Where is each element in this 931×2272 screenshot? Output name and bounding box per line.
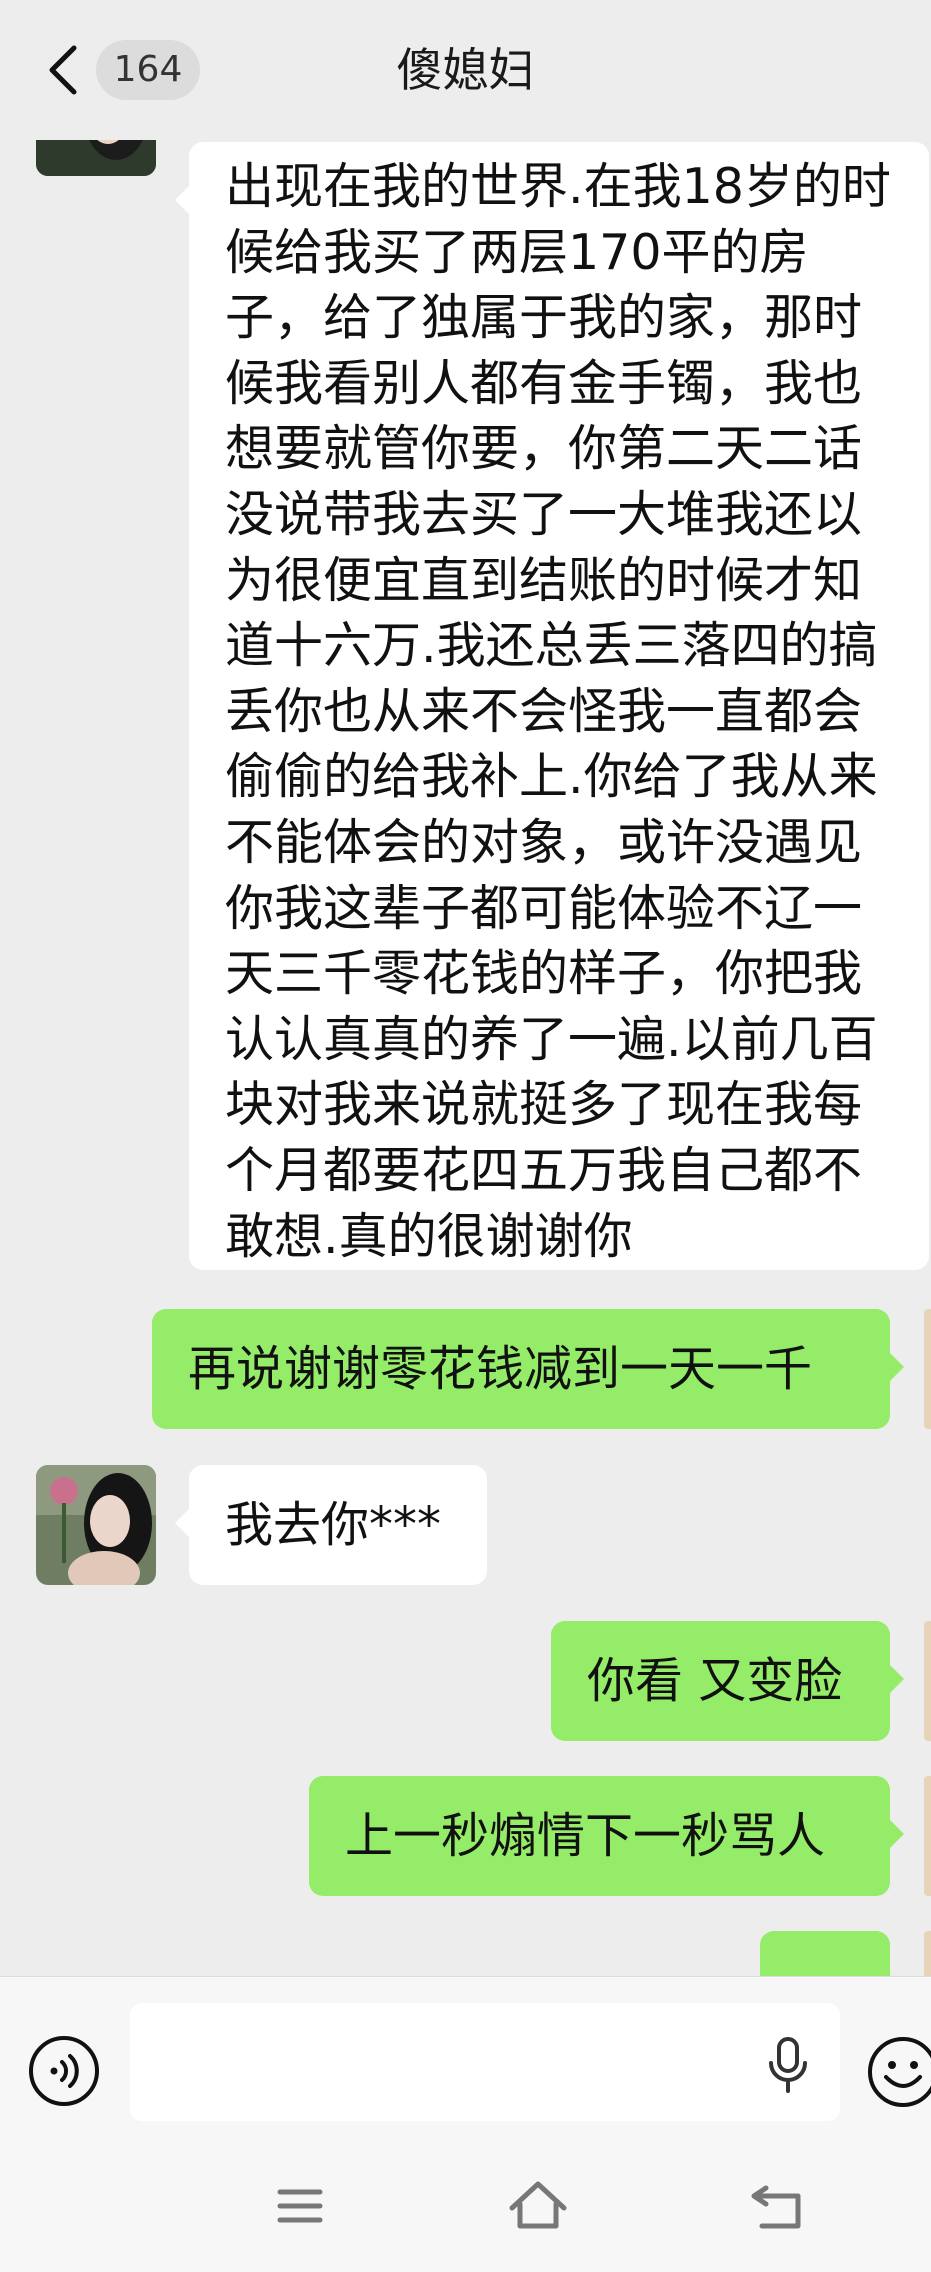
self-avatar[interactable]: [924, 1309, 931, 1429]
home-icon: [509, 2181, 567, 2229]
self-avatar[interactable]: [924, 1621, 931, 1741]
contact-avatar[interactable]: [36, 1465, 156, 1585]
input-bar: [0, 1976, 931, 2145]
nav-home-button[interactable]: [506, 2174, 570, 2238]
message-bubble-incoming[interactable]: 出现在我的世界.在我18岁的时候给我买了两层170平的房子，给了独属于我的家，那…: [175, 142, 929, 1270]
message-bubble-outgoing[interactable]: [760, 1931, 904, 1976]
mic-button[interactable]: [766, 2037, 810, 2093]
chat-header: 164 傻媳妇: [0, 0, 931, 140]
voice-mode-button[interactable]: [28, 2035, 100, 2107]
nav-back-button[interactable]: [746, 2174, 810, 2238]
back-icon: [751, 2185, 801, 2229]
message-text: 出现在我的世界.在我18岁的时候给我买了两层170平的房子，给了独属于我的家，那…: [225, 158, 891, 1265]
message-list[interactable]: 出现在我的世界.在我18岁的时候给我买了两层170平的房子，给了独属于我的家，那…: [0, 0, 931, 1976]
emoji-button[interactable]: [866, 2035, 931, 2109]
mic-icon: [769, 2037, 807, 2093]
contact-avatar-image: [36, 1465, 156, 1585]
message-text: 我去你***: [225, 1497, 442, 1553]
message-bubble-outgoing[interactable]: 再说谢谢零花钱减到一天一千: [152, 1309, 904, 1429]
self-avatar[interactable]: [924, 1776, 931, 1896]
menu-icon: [277, 2189, 323, 2223]
nav-menu-button[interactable]: [268, 2174, 332, 2238]
self-avatar[interactable]: [924, 1931, 931, 1976]
message-bubble-outgoing[interactable]: 上一秒煽情下一秒骂人: [309, 1776, 904, 1896]
message-bubble-incoming[interactable]: 我去你***: [175, 1465, 487, 1585]
chat-title: 傻媳妇: [396, 43, 535, 97]
emoji-icon: [868, 2037, 931, 2107]
message-bubble-outgoing[interactable]: 你看 又变脸: [551, 1621, 904, 1741]
chat-screen: 出现在我的世界.在我18岁的时候给我买了两层170平的房子，给了独属于我的家，那…: [0, 0, 931, 2272]
voice-icon: [29, 2036, 99, 2106]
message-text: 再说谢谢零花钱减到一天一千: [188, 1341, 813, 1397]
system-nav-bar: [0, 2144, 931, 2272]
message-input[interactable]: [130, 2003, 840, 2121]
message-text: 你看 又变脸: [587, 1653, 843, 1709]
emoji-sticker-icon: [760, 1931, 890, 1976]
message-text: 上一秒煽情下一秒骂人: [345, 1808, 826, 1864]
